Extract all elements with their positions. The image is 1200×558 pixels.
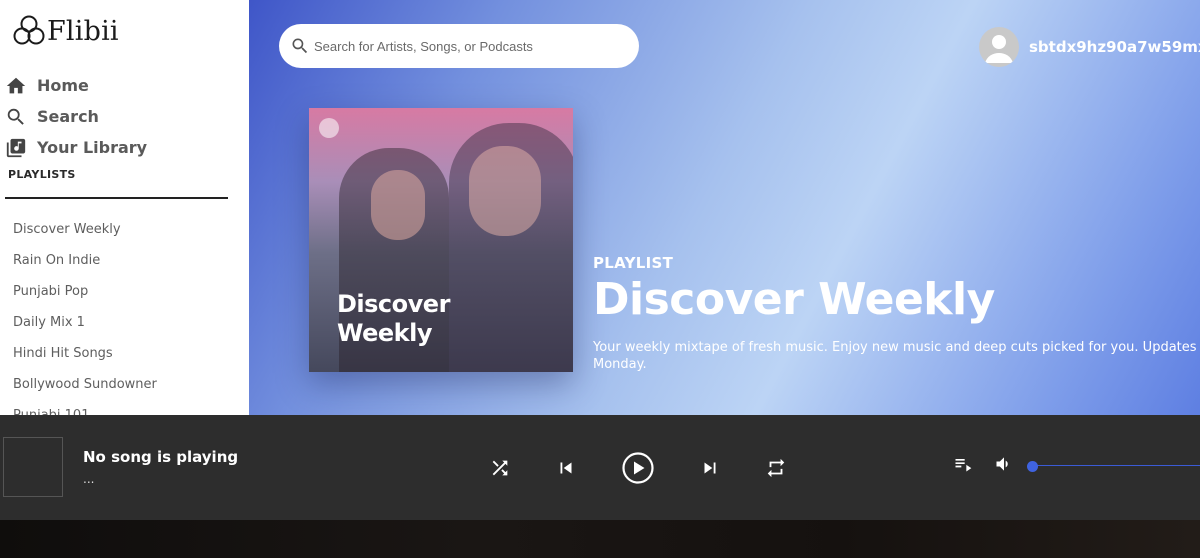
spotify-logo-icon <box>319 118 339 138</box>
background-strip <box>0 520 1200 558</box>
now-playing-title: No song is playing <box>83 448 239 466</box>
playlist-type-label: PLAYLIST <box>593 254 674 272</box>
search-bar[interactable] <box>279 24 639 68</box>
brand-logo[interactable]: Flibii <box>12 14 119 48</box>
user-menu[interactable]: sbtdx9hz90a7w59mx8m <box>979 27 1200 67</box>
playlist-title: Discover Weekly <box>593 274 995 325</box>
queue-button[interactable] <box>952 453 974 475</box>
playlist-item[interactable]: Rain On Indie <box>13 245 157 276</box>
nav-item-library[interactable]: Your Library <box>5 132 147 163</box>
sidebar: Flibii Home Search Your Library PLAYLIST… <box>0 0 249 415</box>
volume-slider-handle[interactable] <box>1027 461 1038 472</box>
playlist-item[interactable]: Punjabi 101 <box>13 400 157 415</box>
cover-photo-face <box>371 170 425 240</box>
nav-item-search[interactable]: Search <box>5 101 147 132</box>
nav-item-label: Search <box>37 107 99 126</box>
volume-icon <box>996 457 1008 471</box>
nav-item-label: Home <box>37 76 89 95</box>
three-circles-logo-icon <box>13 15 45 45</box>
cover-title: Discover Weekly <box>337 290 450 347</box>
repeat-icon <box>767 458 785 478</box>
brand-name: Flibii <box>47 15 119 47</box>
playlist-item[interactable]: Punjabi Pop <box>13 276 157 307</box>
nav-item-label: Your Library <box>37 138 148 157</box>
play-icon <box>621 451 654 484</box>
user-icon <box>985 35 1013 63</box>
search-icon <box>292 38 308 54</box>
volume-button[interactable] <box>993 453 1015 475</box>
playlist-description: Your weekly mixtape of fresh music. Enjo… <box>593 340 1200 372</box>
player-bar: No song is playing ... <box>0 415 1200 520</box>
playlist-item[interactable]: Hindi Hit Songs <box>13 338 157 369</box>
playlist-item[interactable]: Discover Weekly <box>13 214 157 245</box>
playlist-cover[interactable]: Discover Weekly <box>309 108 573 372</box>
search-input[interactable] <box>314 38 614 54</box>
shuffle-icon <box>492 460 508 476</box>
playlist-list: Discover Weekly Rain On Indie Punjabi Po… <box>13 214 157 415</box>
search-icon <box>7 108 24 125</box>
avatar[interactable] <box>979 27 1019 67</box>
nav-item-home[interactable]: Home <box>5 70 147 101</box>
now-playing-artist: ... <box>83 472 95 486</box>
shuffle-button[interactable] <box>488 456 512 480</box>
queue-icon <box>955 459 972 472</box>
playlist-item[interactable]: Bollywood Sundowner <box>13 369 157 400</box>
cover-photo-face <box>469 146 541 236</box>
now-playing-artwork <box>3 437 63 497</box>
play-button[interactable] <box>620 450 655 485</box>
playlists-heading: PLAYLISTS <box>8 168 76 181</box>
volume-slider-track[interactable] <box>1032 465 1200 466</box>
previous-icon <box>560 462 572 474</box>
username: sbtdx9hz90a7w59mx8m <box>1029 38 1200 56</box>
repeat-button[interactable] <box>764 456 788 480</box>
playlist-item[interactable]: Daily Mix 1 <box>13 307 157 338</box>
main-nav: Home Search Your Library <box>5 70 147 163</box>
next-icon <box>704 462 716 474</box>
playlist-hero: sbtdx9hz90a7w59mx8m Discover Weekly PLAY… <box>249 0 1200 415</box>
library-icon <box>6 138 26 157</box>
previous-button[interactable] <box>554 456 578 480</box>
home-icon <box>6 77 26 93</box>
next-button[interactable] <box>698 456 722 480</box>
playlists-divider <box>5 197 228 199</box>
